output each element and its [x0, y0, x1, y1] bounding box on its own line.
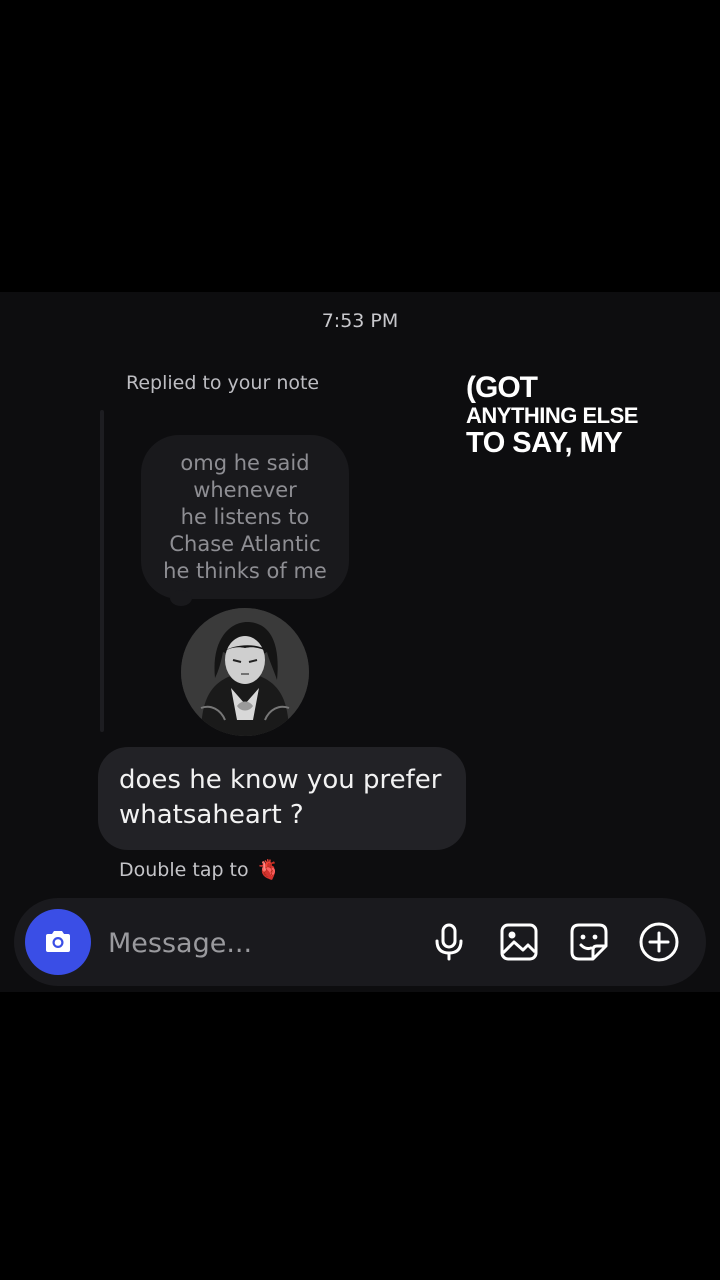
- camera-button[interactable]: [25, 909, 91, 975]
- message-text-line: does he know you prefer: [119, 765, 442, 795]
- microphone-icon: [435, 923, 463, 961]
- message-timestamp: 7:53 PM: [321, 310, 399, 332]
- overlay-line: (GOT: [466, 371, 538, 404]
- plus-icon: [639, 922, 679, 962]
- message-input[interactable]: [106, 920, 410, 966]
- more-options-button[interactable]: [637, 920, 681, 964]
- note-text-line: whenever: [193, 477, 297, 502]
- note-text-line: he thinks of me: [163, 558, 327, 583]
- note-bubble-tail: [170, 590, 192, 606]
- screen: 7:53 PM Replied to your note omg he said…: [0, 0, 720, 1280]
- reply-context-label: Replied to your note: [126, 372, 320, 394]
- microphone-button[interactable]: [427, 920, 471, 964]
- gallery-button[interactable]: [497, 920, 541, 964]
- overlay-line: TO SAY, MY: [466, 427, 623, 459]
- camera-icon: [46, 931, 70, 952]
- note-author-avatar[interactable]: [181, 608, 309, 736]
- chat-thread[interactable]: 7:53 PM Replied to your note omg he said…: [0, 292, 720, 992]
- double-tap-hint: Double tap to 🫀: [119, 858, 281, 882]
- sticker-button[interactable]: [567, 920, 611, 964]
- reply-indicator-line: [100, 410, 104, 732]
- note-text-line: he listens to: [180, 504, 310, 529]
- overlay-line: ANYTHING ELSE: [466, 403, 638, 428]
- message-bubble[interactable]: does he know you prefer whatsaheart ?: [98, 747, 466, 850]
- note-bubble[interactable]: omg he said whenever he listens to Chase…: [141, 435, 349, 599]
- overlay-lyric-text: (GOT ANYTHING ELSE TO SAY, MY: [466, 371, 638, 459]
- note-text-line: Chase Atlantic: [169, 531, 321, 556]
- message-composer: [14, 898, 706, 986]
- image-icon: [500, 923, 538, 961]
- anatomical-heart-icon: 🫀: [256, 859, 281, 881]
- sticker-icon: [570, 923, 608, 961]
- avatar-illustration: [181, 608, 309, 736]
- message-text-line: whatsaheart ?: [119, 800, 304, 830]
- note-text-line: omg he said: [180, 450, 310, 475]
- hint-text: Double tap to: [119, 858, 249, 881]
